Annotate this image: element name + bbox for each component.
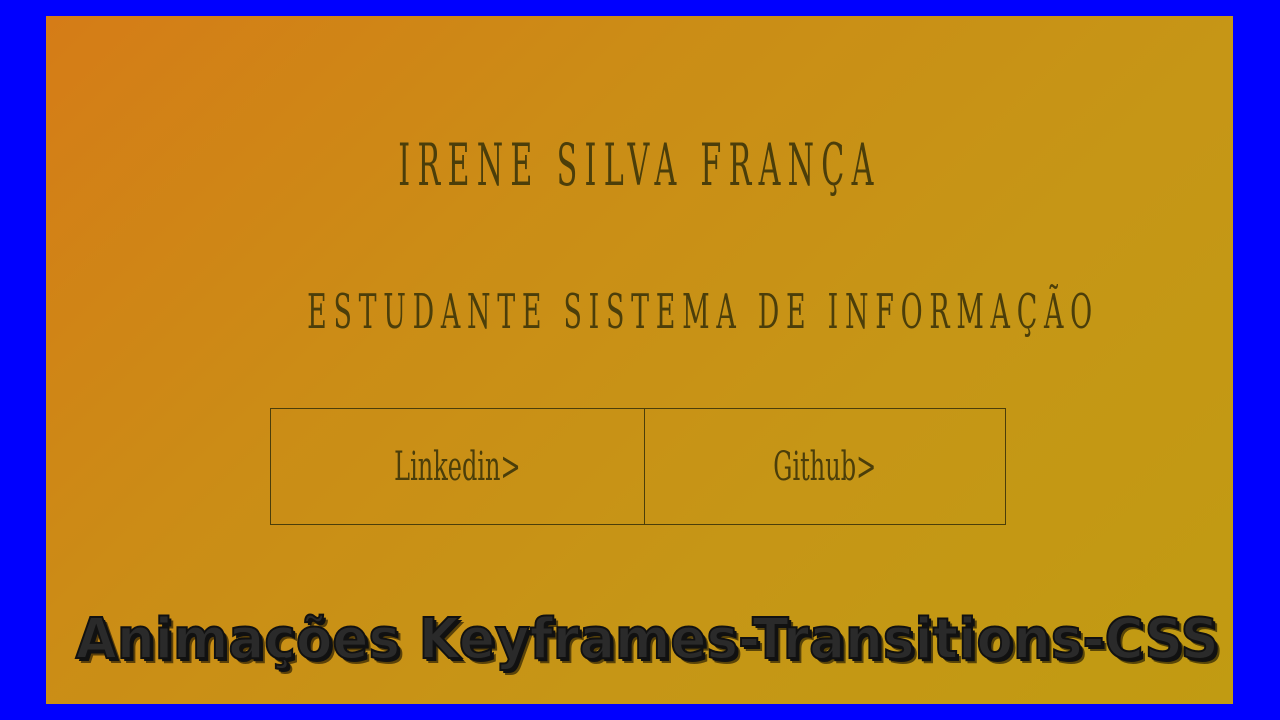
video-title-banner: Animações Keyframes-Transitions-CSS <box>75 607 1220 672</box>
linkedin-button[interactable]: Linkedin> <box>270 408 645 525</box>
profile-title: ESTUDANTE SISTEMA DE INFORMAÇÃO <box>307 284 1099 340</box>
page-frame: IRENE SILVA FRANÇA ESTUDANTE SISTEMA DE … <box>46 16 1233 704</box>
github-button-label: Github> <box>773 443 877 490</box>
linkedin-button-label: Linkedin> <box>394 443 521 490</box>
github-button[interactable]: Github> <box>644 408 1006 525</box>
profile-name: IRENE SILVA FRANÇA <box>398 131 881 199</box>
